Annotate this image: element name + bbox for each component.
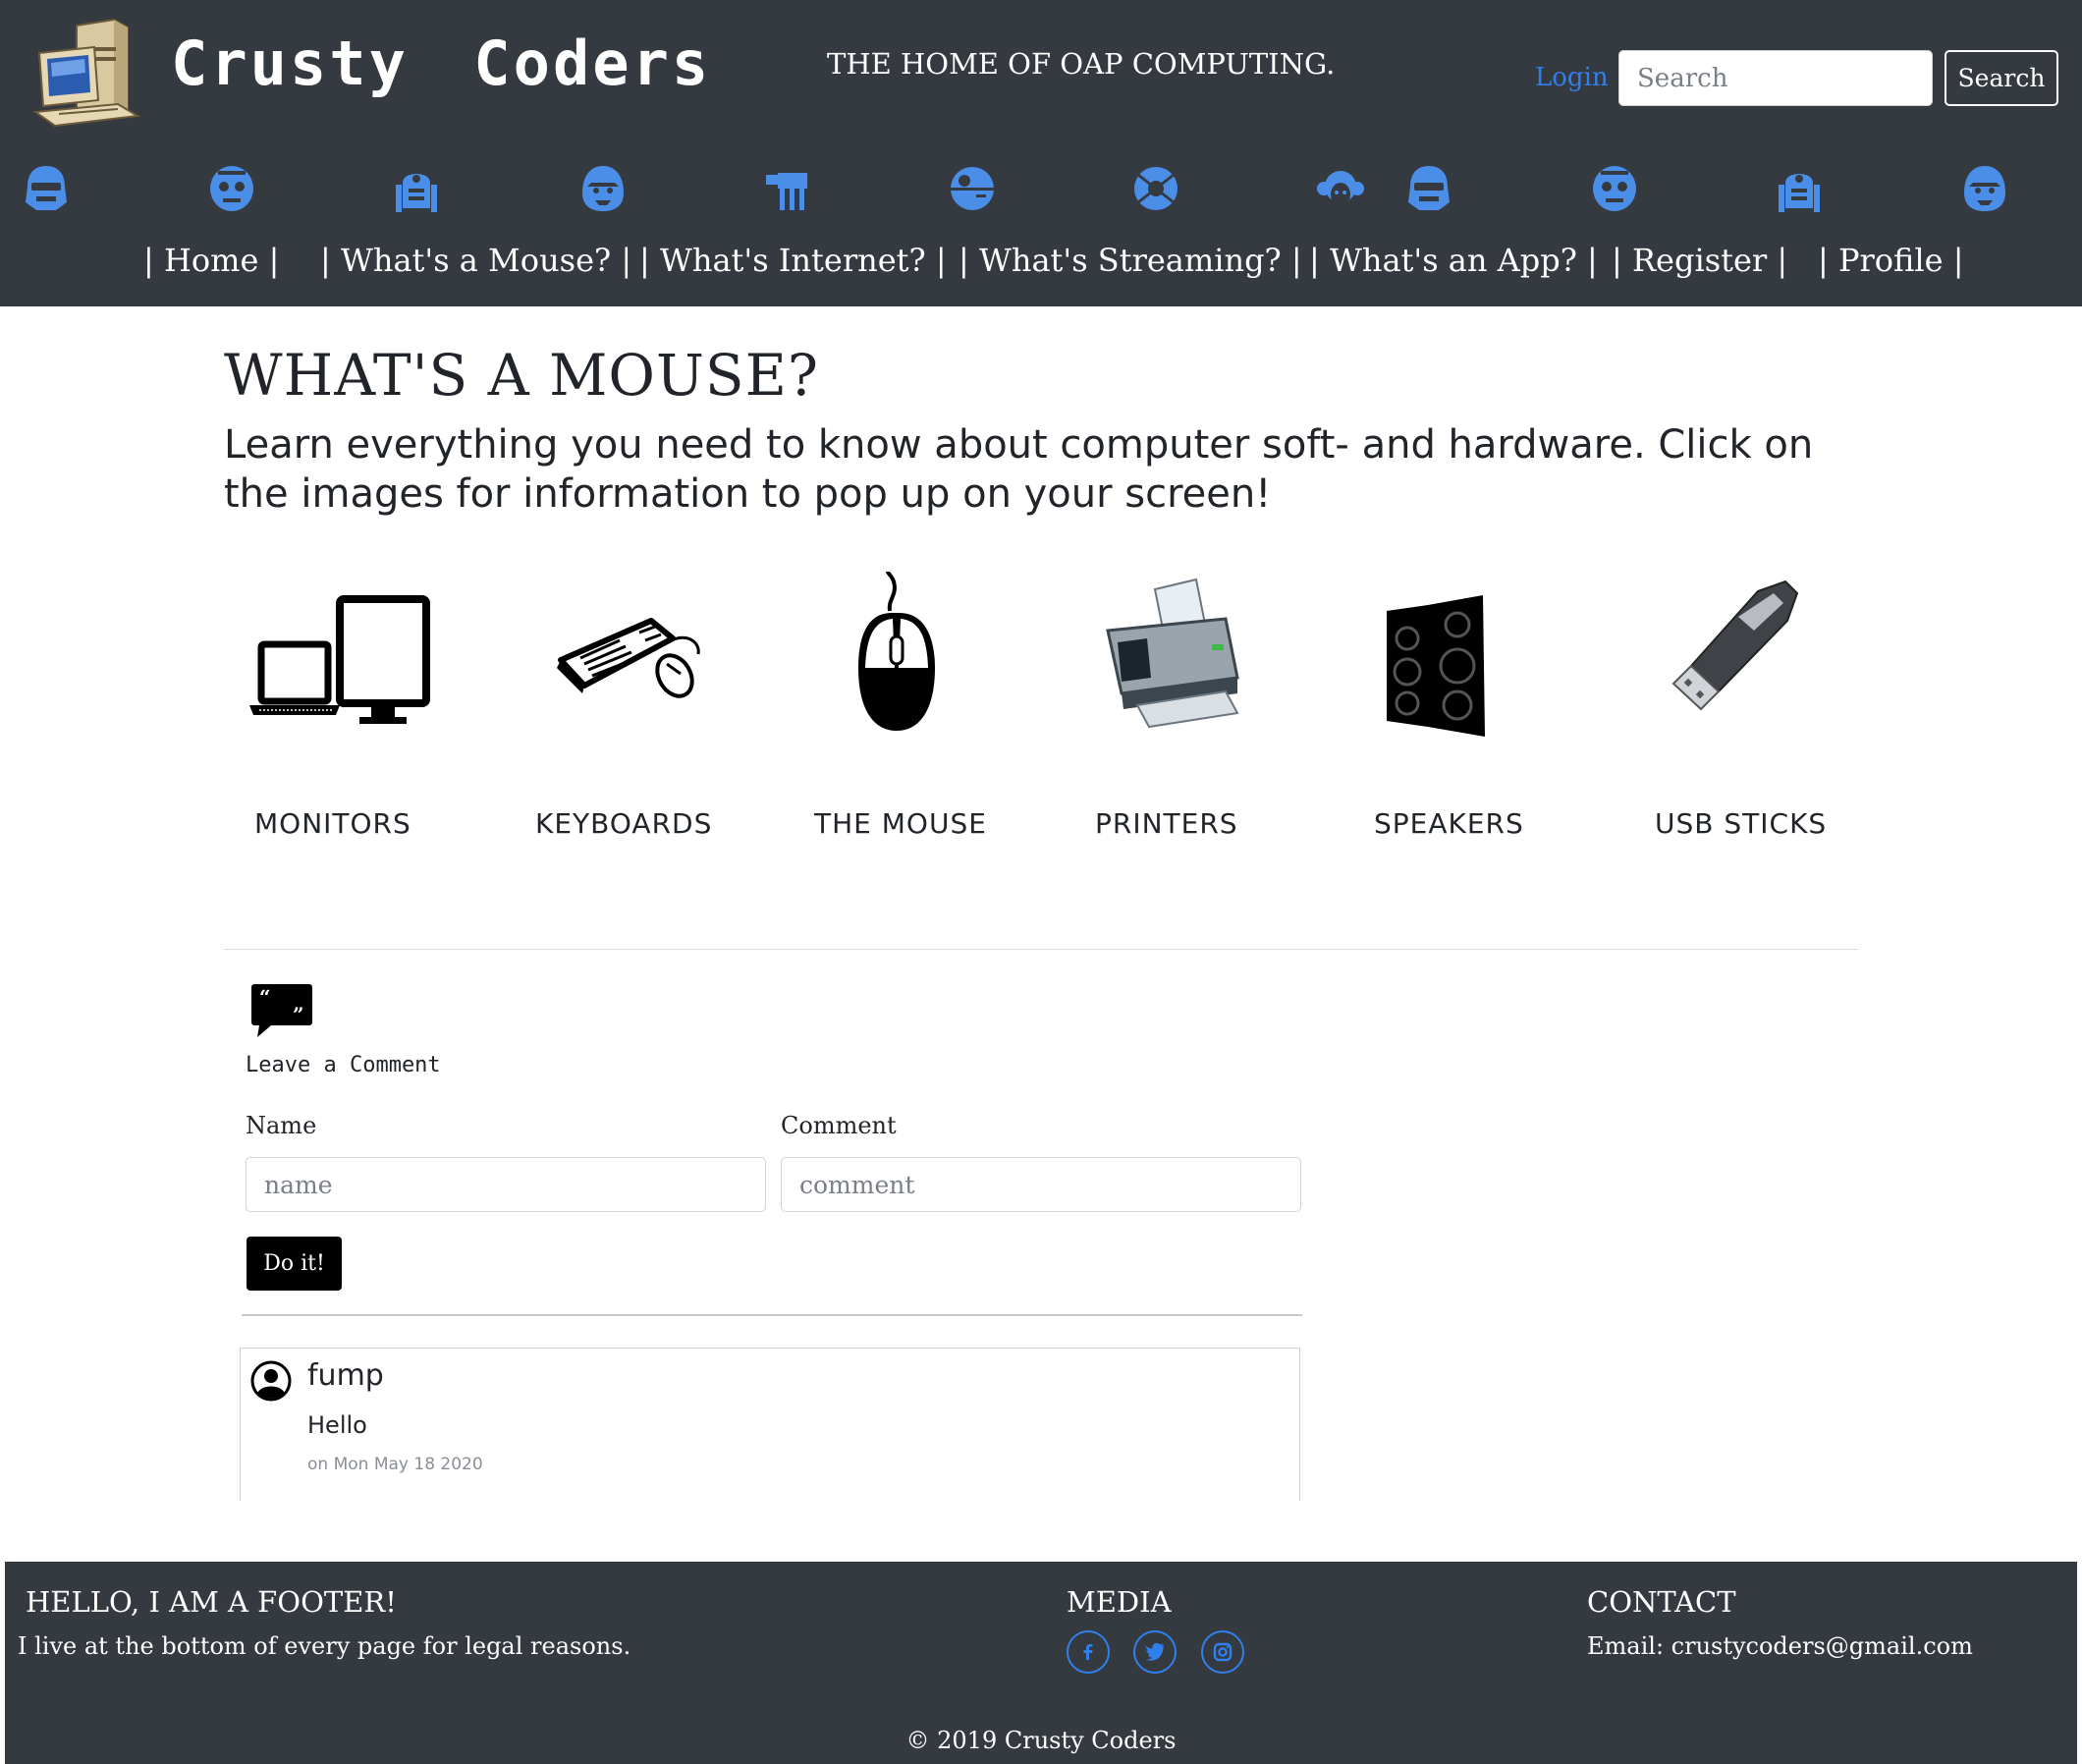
nav-mouse[interactable]: | What's a Mouse? | [320, 242, 631, 279]
device-label-usb[interactable]: USB STICKS [1655, 807, 1827, 840]
name-input[interactable] [246, 1157, 766, 1212]
c3po-icon [210, 166, 253, 211]
retro-computer-logo-icon[interactable] [29, 18, 153, 134]
svg-text:“: “ [259, 985, 271, 1009]
comments-divider [242, 1314, 1302, 1316]
footer-media-heading: MEDIA [1067, 1585, 1172, 1619]
mouse-icon[interactable] [803, 570, 990, 737]
facebook-icon[interactable] [1067, 1630, 1110, 1674]
nav-register[interactable]: | Register | [1612, 242, 1787, 279]
stormtrooper-icon [1408, 166, 1450, 210]
login-link[interactable]: Login [1535, 63, 1609, 92]
r2d2-icon [396, 174, 437, 212]
comment-input[interactable] [781, 1157, 1301, 1212]
nav-app[interactable]: | What's an App? | [1309, 242, 1598, 279]
comment-item: fump Hello on Mon May 18 2020 [240, 1348, 1300, 1501]
death-star-icon [951, 167, 994, 210]
device-label-keyboards[interactable]: KEYBOARDS [535, 807, 712, 840]
footer-about-text: I live at the bottom of every page for l… [18, 1632, 631, 1660]
site-footer: HELLO, I AM A FOOTER! I live at the bott… [5, 1562, 2077, 1764]
page-title: WHAT'S A MOUSE? [224, 342, 820, 409]
comment-date: on Mon May 18 2020 [307, 1455, 483, 1474]
speakers-icon[interactable] [1357, 570, 1544, 737]
printer-icon[interactable] [1078, 570, 1265, 737]
at-at-icon [766, 173, 807, 210]
leave-comment-heading: Leave a Comment [246, 1053, 441, 1077]
nav-internet[interactable]: | What's Internet? | [639, 242, 947, 279]
comment-label: Comment [781, 1112, 897, 1139]
footer-contact-email[interactable]: Email: crustycoders@gmail.com [1587, 1632, 1973, 1660]
device-label-mouse[interactable]: THE MOUSE [814, 807, 987, 840]
nav-streaming[interactable]: | What's Streaming? | [959, 242, 1302, 279]
footer-contact-heading: CONTACT [1587, 1585, 1736, 1619]
speech-bubble-icon: “ ” [251, 984, 312, 1037]
site-header: Crusty Coders THE HOME OF OAP COMPUTING.… [0, 0, 2082, 306]
leia-icon [1317, 171, 1364, 206]
page-lead: Learn everything you need to know about … [224, 422, 1814, 517]
device-label-monitors[interactable]: MONITORS [254, 807, 411, 840]
comment-text: Hello [307, 1411, 367, 1439]
device-label-speakers[interactable]: SPEAKERS [1374, 807, 1524, 840]
search-button[interactable]: Search [1945, 50, 2058, 106]
tie-fighter-icon [1134, 167, 1178, 210]
r2d2-icon [1779, 174, 1820, 212]
avatar-icon [250, 1360, 292, 1402]
stormtrooper-icon [26, 166, 67, 210]
footer-copyright: © 2019 Crusty Coders [905, 1727, 1177, 1754]
usb-stick-icon[interactable] [1636, 570, 1823, 737]
twitter-icon[interactable] [1133, 1630, 1177, 1674]
monitors-icon[interactable] [246, 570, 432, 737]
device-label-printers[interactable]: PRINTERS [1095, 807, 1238, 840]
site-brand[interactable]: Crusty Coders [171, 28, 711, 99]
c3po-icon [1593, 166, 1636, 211]
svg-text:”: ” [293, 1003, 304, 1026]
chewbacca-icon [1964, 166, 2005, 211]
comment-author: fump [307, 1358, 384, 1393]
instagram-icon[interactable] [1201, 1630, 1244, 1674]
footer-about-heading: HELLO, I AM A FOOTER! [26, 1585, 397, 1619]
section-divider [224, 949, 1858, 950]
search-input[interactable] [1618, 50, 1933, 106]
chewbacca-icon [582, 166, 624, 211]
nav-home[interactable]: | Home | [143, 242, 279, 279]
site-tagline: THE HOME OF OAP COMPUTING. [827, 47, 1336, 81]
nav-profile[interactable]: | Profile | [1818, 242, 1964, 279]
keyboard-icon[interactable] [523, 570, 710, 737]
submit-comment-button[interactable]: Do it! [247, 1237, 342, 1291]
name-label: Name [246, 1112, 317, 1139]
